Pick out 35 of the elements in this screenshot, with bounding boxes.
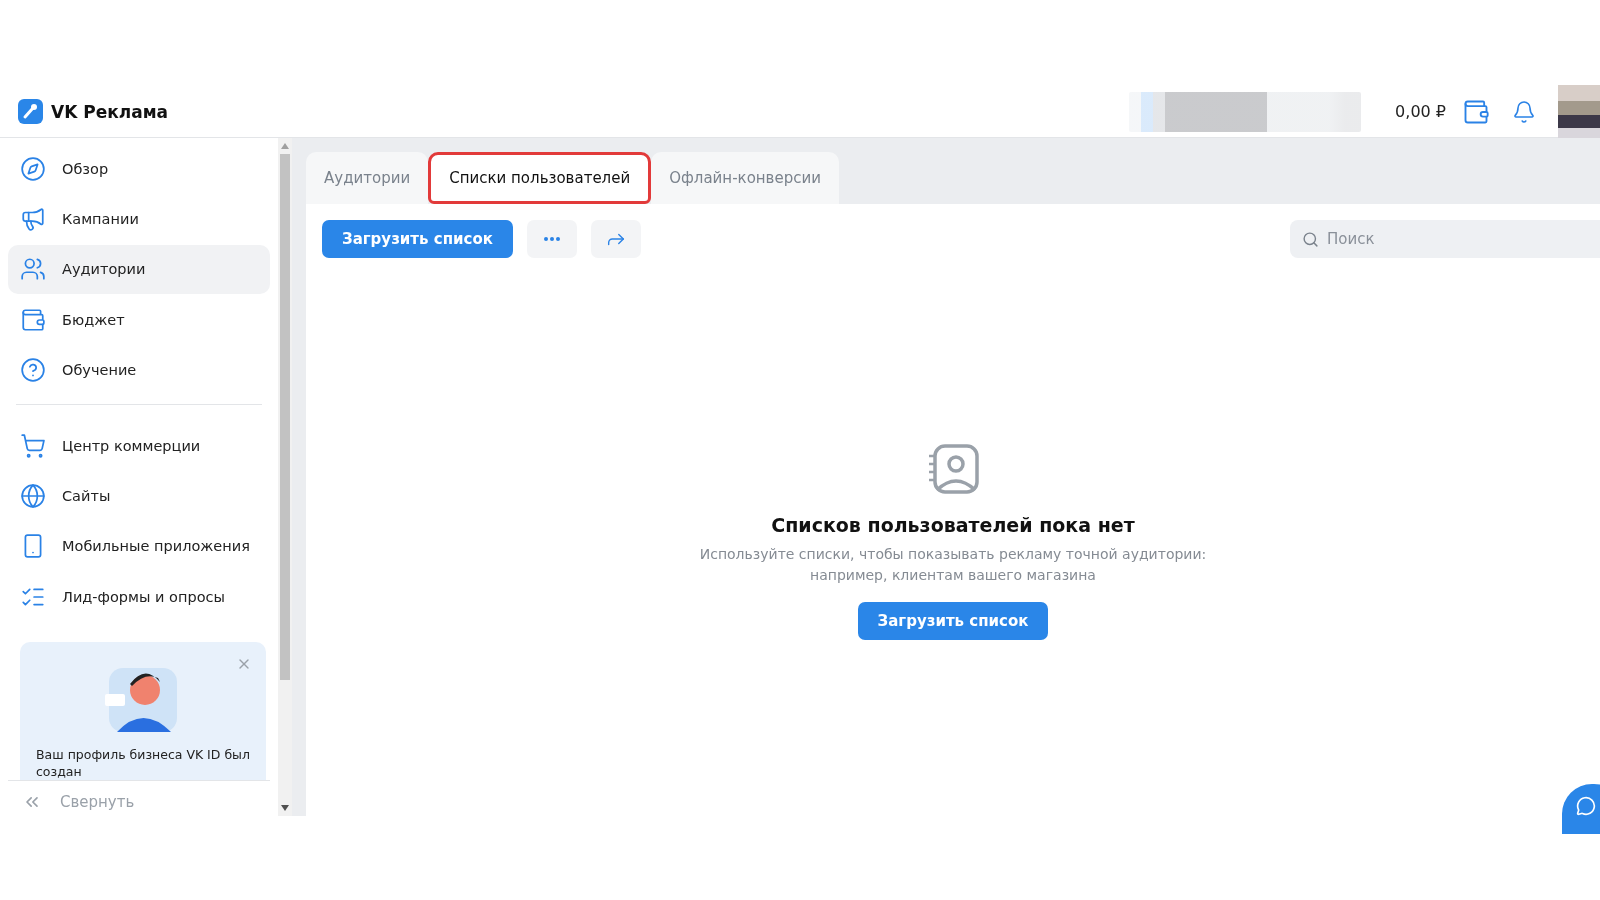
scroll-up-icon[interactable] — [281, 143, 289, 149]
logo-icon — [18, 99, 43, 124]
tab[interactable]: Офлайн-конверсии — [651, 152, 839, 204]
sidebar-item[interactable]: Аудитории — [8, 244, 270, 295]
sidebar-item[interactable]: Лид-формы и опросы — [8, 572, 270, 622]
empty-state-description: Используйте списки, чтобы показывать рекламу точной аудитории: например, клиентам вашего магазина — [698, 545, 1208, 585]
question-icon — [20, 357, 46, 384]
promo-text: Ваш профиль бизнеса VK ID был создан — [36, 746, 250, 781]
sidebar-item[interactable]: Мобильные приложения — [8, 521, 270, 571]
empty-state-title: Списков пользователей пока нет — [771, 514, 1135, 536]
chat-bubble-icon — [1576, 796, 1596, 816]
cart-icon — [20, 432, 46, 459]
upload-list-button[interactable]: Загрузить список — [322, 220, 513, 258]
scroll-down-icon[interactable] — [281, 805, 289, 811]
sidebar-item[interactable]: Бюджет — [8, 295, 270, 345]
people-icon — [20, 256, 46, 283]
compass-icon — [20, 155, 46, 182]
globe-icon — [20, 482, 46, 509]
sidebar-item[interactable]: Сайты — [8, 471, 270, 521]
scrollbar[interactable] — [278, 138, 292, 816]
avatar-placeholder[interactable] — [1558, 84, 1600, 139]
wallet-icon — [20, 306, 46, 333]
more-icon — [543, 237, 560, 241]
megaphone-icon — [20, 206, 46, 233]
share-button[interactable] — [590, 220, 641, 258]
upload-list-button[interactable]: Загрузить список — [857, 602, 1049, 640]
tab[interactable]: Списки пользователей — [428, 152, 652, 204]
logo-text: VK Реклама — [51, 101, 169, 122]
balance-amount: 0,00 ₽ — [1395, 102, 1446, 121]
tab[interactable]: Аудитории — [306, 152, 429, 204]
search-field[interactable]: Поиск — [1290, 220, 1600, 258]
sidebar-item[interactable]: Кампании — [8, 194, 270, 244]
sidebar-item[interactable]: Центр коммерции — [8, 420, 270, 471]
sidebar-item[interactable]: Обзор — [8, 144, 270, 194]
sidebar-item[interactable]: Обучение — [8, 345, 270, 395]
